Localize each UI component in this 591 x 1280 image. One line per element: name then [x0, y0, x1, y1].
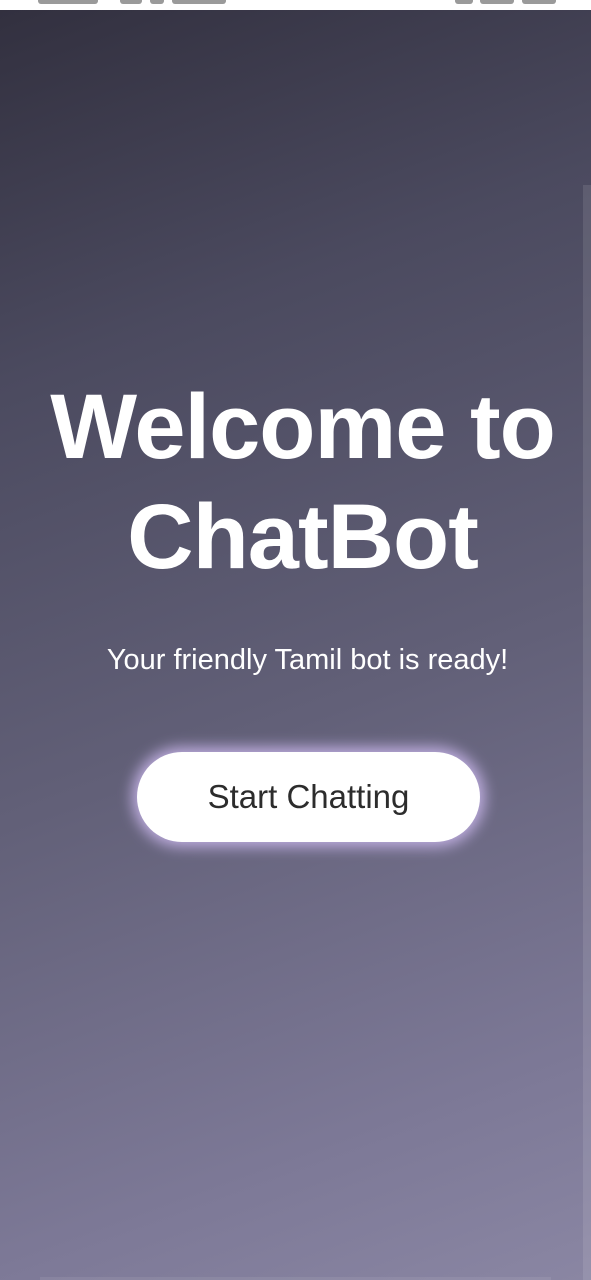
- welcome-screen: Welcome to ChatBot Your friendly Tamil b…: [0, 10, 591, 1280]
- network-speed-indicator: [172, 0, 226, 4]
- battery-icon: [522, 0, 556, 4]
- wifi-icon: [455, 0, 473, 4]
- start-chatting-button[interactable]: Start Chatting: [137, 752, 480, 842]
- signal-icon: [480, 0, 514, 4]
- settings-icon: [150, 0, 164, 4]
- welcome-title-line1: Welcome to: [50, 376, 556, 478]
- time-indicator: [38, 0, 98, 4]
- notification-icon: [120, 0, 142, 4]
- welcome-title: Welcome to ChatBot: [0, 372, 591, 592]
- welcome-subtitle: Your friendly Tamil bot is ready!: [106, 644, 509, 676]
- status-bar: [0, 0, 591, 10]
- scrollbar[interactable]: [583, 185, 591, 1280]
- welcome-title-line2: ChatBot: [127, 486, 479, 588]
